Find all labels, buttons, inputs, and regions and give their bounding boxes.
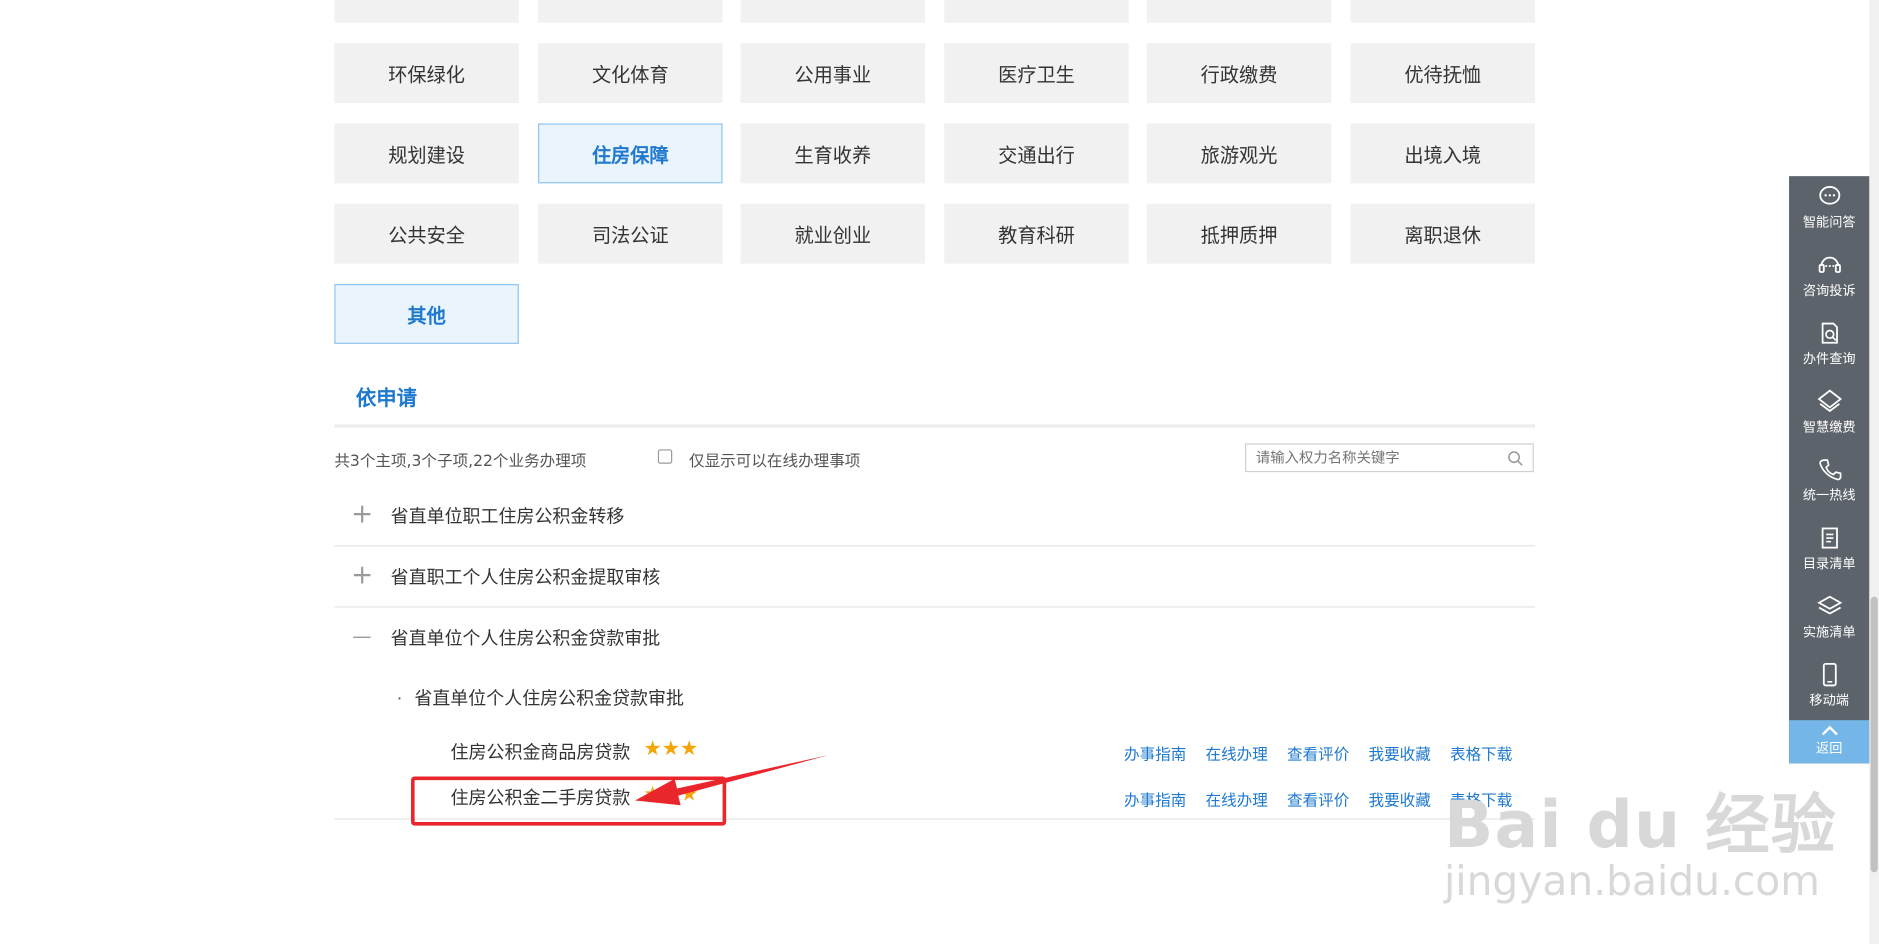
watermark-main: Bai du 经验	[1443, 787, 1837, 863]
category-cut-6[interactable]	[1350, 0, 1536, 23]
category-gongyong[interactable]: 公用事业	[740, 43, 926, 104]
expand-icon[interactable]: +	[351, 563, 373, 589]
download-form-link[interactable]: 表格下载	[1450, 742, 1512, 765]
search-input[interactable]	[1246, 444, 1496, 471]
mobile-icon	[1822, 662, 1837, 687]
layers-icon	[1816, 595, 1842, 615]
category-youdai[interactable]: 优待抚恤	[1350, 43, 1536, 104]
scrollbar[interactable]	[1869, 0, 1879, 944]
expand-icon[interactable]: +	[351, 501, 373, 527]
annotation-arrow-icon	[635, 754, 830, 806]
doc-search-icon	[1821, 322, 1838, 344]
category-qita[interactable]: 其他	[334, 283, 519, 344]
favorite-link[interactable]: 我要收藏	[1369, 742, 1431, 765]
category-jiuye[interactable]: 就业创业	[740, 203, 926, 264]
back-label: 返回	[1816, 740, 1843, 757]
category-jiaoyu[interactable]: 教育科研	[944, 203, 1129, 264]
search-box[interactable]	[1245, 443, 1534, 473]
toolbar-label: 智能问答	[1802, 214, 1856, 231]
service-item-label[interactable]: 住房公积金商品房贷款	[451, 739, 631, 764]
toolbar-item-query[interactable]: 办件查询	[1789, 313, 1869, 380]
collapse-icon[interactable]: —	[351, 625, 373, 648]
online-handle-link[interactable]: 在线办理	[1206, 742, 1268, 765]
toolbar-item-payment[interactable]: 智慧缴费	[1789, 381, 1869, 448]
list-item-expanded[interactable]: — 省直单位个人住房公积金贷款审批	[334, 608, 1535, 668]
category-huanbao[interactable]: 环保绿化	[334, 43, 519, 104]
category-shengyu[interactable]: 生育收养	[740, 123, 926, 184]
guide-link[interactable]: 办事指南	[1124, 742, 1186, 765]
toolbar-label: 实施清单	[1802, 624, 1856, 640]
list-item-label[interactable]: 省直单位个人住房公积金贷款审批	[391, 626, 661, 651]
sub-item-label[interactable]: 省直单位个人住房公积金贷款审批	[414, 688, 684, 710]
toolbar-label: 移动端	[1809, 692, 1849, 709]
category-zhufang-selected[interactable]: 住房保障	[538, 123, 723, 184]
page: 环保绿化 文化体育 公用事业 医疗卫生 行政缴费 优待抚恤 规划建设 住房保障 …	[0, 0, 1879, 944]
side-toolbar: 智能问答 咨询投诉 办件查询 智慧缴费 统一热线 目录清单 实施清单 移动端 返…	[1789, 176, 1870, 764]
toolbar-item-qa[interactable]: 智能问答	[1789, 176, 1869, 243]
view-reviews-link[interactable]: 查看评价	[1287, 787, 1349, 810]
category-cut-2[interactable]	[538, 0, 723, 23]
chat-icon	[1818, 186, 1840, 205]
category-lizhi[interactable]: 离职退休	[1350, 203, 1536, 264]
sub-item[interactable]: · 省直单位个人住房公积金贷款审批	[397, 685, 684, 710]
category-sifa[interactable]: 司法公证	[538, 203, 723, 264]
items-summary: 共3个主项,3个子项,22个业务办理项	[334, 452, 587, 471]
list-item[interactable]: + 省直职工个人住房公积金提取审核	[334, 546, 1536, 608]
category-churujing[interactable]: 出境入境	[1350, 123, 1536, 184]
toolbar-label: 智慧缴费	[1802, 419, 1856, 435]
category-diya[interactable]: 抵押质押	[1146, 203, 1332, 264]
toolbar-item-implement[interactable]: 实施清单	[1789, 586, 1869, 653]
toolbar-label: 统一热线	[1802, 487, 1856, 504]
toolbar-item-mobile[interactable]: 移动端	[1789, 654, 1869, 721]
toolbar-label: 咨询投诉	[1802, 282, 1856, 299]
chevron-up-icon	[1821, 725, 1838, 736]
section-title: 依申请	[355, 387, 418, 412]
headset-icon	[1818, 256, 1841, 273]
guide-link[interactable]: 办事指南	[1124, 787, 1186, 810]
toolbar-item-consult[interactable]: 咨询投诉	[1789, 244, 1869, 311]
category-cut-3[interactable]	[740, 0, 926, 23]
category-gonggong[interactable]: 公共安全	[334, 203, 519, 264]
category-cut-5[interactable]	[1146, 0, 1332, 23]
list-item-label[interactable]: 省直职工个人住房公积金提取审核	[391, 564, 661, 589]
back-to-top-button[interactable]: 返回	[1789, 720, 1870, 764]
payment-icon	[1816, 389, 1842, 413]
search-icon[interactable]	[1507, 451, 1523, 467]
online-only-label[interactable]: 仅显示可以在线办理事项	[689, 448, 860, 471]
category-cut-1[interactable]	[334, 0, 519, 23]
category-yiliao[interactable]: 医疗卫生	[944, 43, 1129, 104]
category-cut-4[interactable]	[944, 0, 1129, 23]
category-lvyou[interactable]: 旅游观光	[1146, 123, 1332, 184]
category-jiaotong[interactable]: 交通出行	[944, 123, 1129, 184]
toolbar-item-catalog[interactable]: 目录清单	[1789, 518, 1869, 585]
toolbar-item-hotline[interactable]: 统一热线	[1789, 449, 1869, 516]
list-icon	[1821, 527, 1838, 549]
online-handle-link[interactable]: 在线办理	[1206, 787, 1268, 810]
service-actions: 办事指南 在线办理 查看评价 我要收藏 表格下载	[1124, 742, 1512, 765]
section-divider	[334, 424, 1536, 428]
bullet-icon: ·	[396, 687, 403, 710]
category-wenhua[interactable]: 文化体育	[538, 43, 723, 104]
category-xingzheng[interactable]: 行政缴费	[1146, 43, 1332, 104]
list-item-label[interactable]: 省直单位职工住房公积金转移	[391, 503, 625, 528]
toolbar-label: 目录清单	[1802, 556, 1856, 572]
online-only-checkbox[interactable]	[657, 449, 673, 464]
watermark-sub: jingyan.baidu.com	[1443, 857, 1820, 906]
phone-icon	[1818, 459, 1841, 481]
list-item[interactable]: + 省直单位职工住房公积金转移	[334, 485, 1536, 547]
toolbar-label: 办件查询	[1802, 351, 1856, 367]
view-reviews-link[interactable]: 查看评价	[1287, 742, 1349, 765]
scrollbar-thumb[interactable]	[1870, 596, 1878, 873]
favorite-link[interactable]: 我要收藏	[1369, 787, 1431, 810]
category-guihua[interactable]: 规划建设	[334, 123, 519, 184]
